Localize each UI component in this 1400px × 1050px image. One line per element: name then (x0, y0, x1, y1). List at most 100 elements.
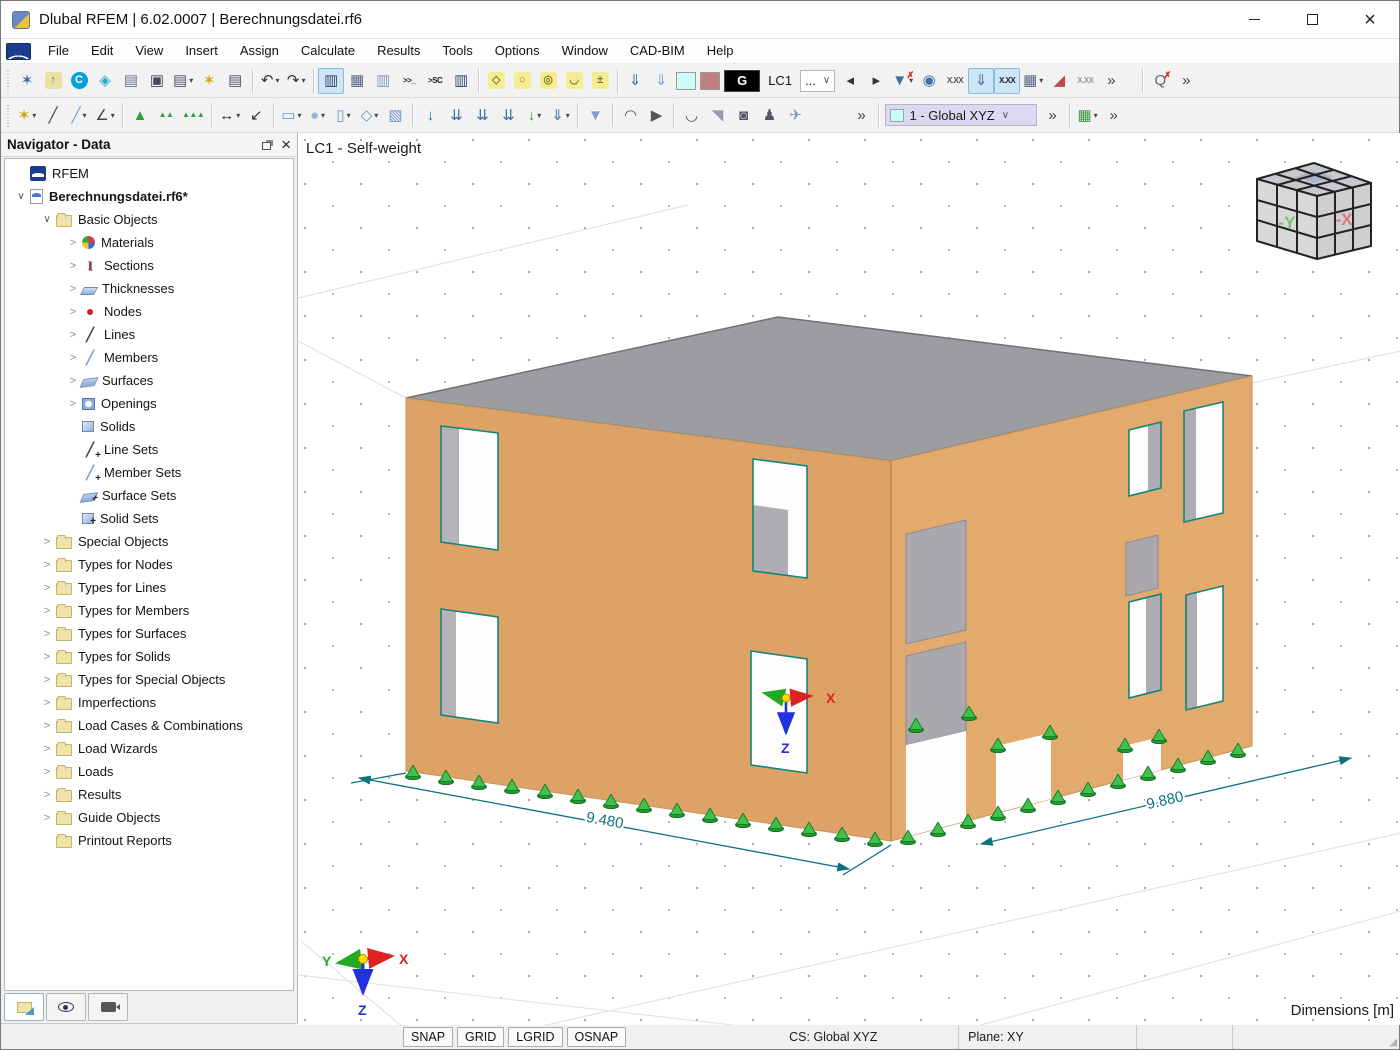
tree-item-results[interactable]: > Results (5, 783, 293, 806)
new-opening-button-dropdown[interactable]: ▾ (347, 111, 351, 120)
tree-item-solids[interactable]: Solids (5, 415, 293, 438)
script-console-button[interactable]: >SC (422, 68, 448, 94)
result-diagram-button[interactable]: ◡ (678, 102, 704, 128)
coordinate-system-indicator[interactable]: CS: Global XYZ (780, 1024, 958, 1049)
new-nodal-support-button[interactable]: ▲ (127, 102, 153, 128)
tab-views-navigator[interactable] (46, 993, 86, 1021)
surface-results-button[interactable]: ◥ (704, 102, 730, 128)
tree-expander-icon[interactable]: > (39, 789, 55, 801)
toolbar1-overflow-2-button[interactable]: » (1173, 68, 1199, 94)
menu-insert[interactable]: Insert (174, 39, 229, 64)
grid-toggle-button[interactable]: GRID (457, 1026, 505, 1047)
tab-visibility-navigator[interactable] (88, 993, 128, 1021)
toolbar-drag-handle[interactable] (5, 103, 12, 127)
tree-item-surface-sets[interactable]: Surface Sets (5, 484, 293, 507)
tree-expander-icon[interactable]: > (39, 628, 55, 640)
menu-results[interactable]: Results (366, 39, 431, 64)
model-scene[interactable]: 9.480 9.880 X Z Y X Z -Y -X LC1 - Self-w… (298, 133, 1400, 1025)
toolbar2-overflow-2-button[interactable]: » (1101, 102, 1127, 128)
close-button[interactable]: × (1341, 1, 1399, 38)
tree-item-loads[interactable]: > Loads (5, 760, 293, 783)
load-case-combo[interactable]: ... ∨ (800, 69, 836, 92)
tree-expander-icon[interactable]: ∨ (13, 191, 29, 202)
menu-tools[interactable]: Tools (431, 39, 483, 64)
new-surface-points-button-dropdown[interactable]: ▾ (374, 111, 378, 120)
lgrid-toggle-button[interactable]: LGRID (508, 1026, 563, 1047)
print-button[interactable]: ▤ ▾ (170, 68, 196, 94)
tree-expander-icon[interactable]: > (39, 697, 55, 709)
tree-expander-icon[interactable]: > (39, 743, 55, 755)
tree-item-types-for-nodes[interactable]: > Types for Nodes (5, 553, 293, 576)
tree-item-line-sets[interactable]: ╱Line Sets (5, 438, 293, 462)
work-plane-overflow-button[interactable]: » (1039, 102, 1065, 128)
osnap-toggle-button[interactable]: OSNAP (566, 1026, 627, 1047)
new-surface-points-button[interactable]: ◇ ▾ (356, 102, 382, 128)
save-button[interactable]: ▣ (144, 68, 170, 94)
new-surface-button-dropdown[interactable]: ▾ (297, 111, 301, 120)
tree-item-special-objects[interactable]: > Special Objects (5, 530, 293, 553)
toolbar-drag-handle[interactable] (5, 68, 12, 93)
new-line-support-button[interactable]: ▲▲ (153, 102, 179, 128)
toolbar2-overflow-button[interactable]: » (848, 102, 874, 128)
tree-item-types-for-solids[interactable]: > Types for Solids (5, 645, 293, 668)
undo-button[interactable]: ↶ ▾ (257, 68, 283, 94)
work-plane-combo[interactable]: 1 - Global XYZ ∨ (885, 104, 1038, 126)
open-cloud-model-button[interactable]: ◈ (92, 68, 118, 94)
new-solid-button-dropdown[interactable]: ▾ (321, 111, 325, 120)
menu-view[interactable]: View (124, 39, 174, 64)
new-opening-button[interactable]: ▯ ▾ (330, 102, 356, 128)
result-tables-button[interactable]: ▦ ▾ (1020, 68, 1046, 94)
tree-item-thicknesses[interactable]: > Thicknesses (5, 277, 293, 300)
tree-item-types-for-lines[interactable]: > Types for Lines (5, 576, 293, 599)
tree-item-solid-sets[interactable]: Solid Sets (5, 507, 293, 530)
tree-expander-icon[interactable]: > (65, 329, 81, 341)
menu-assign[interactable]: Assign (229, 39, 290, 64)
undo-button-dropdown[interactable]: ▾ (275, 76, 279, 85)
clipping-box-button[interactable]: ◠ (617, 102, 643, 128)
tree-item-load-cases-combinations[interactable]: > Load Cases & Combinations (5, 714, 293, 737)
tab-data-navigator[interactable] (4, 993, 44, 1021)
new-member-load-button[interactable]: ⇊ (469, 102, 495, 128)
building-model[interactable] (405, 316, 1253, 842)
rendering-combo[interactable]: G (724, 69, 761, 92)
select-freeform-button[interactable]: ◡ (561, 68, 587, 94)
menu-file[interactable]: File (37, 39, 80, 64)
toolbar1-overflow-button[interactable]: » (1098, 68, 1124, 94)
new-polyline-button[interactable]: ∠ ▾ (92, 102, 118, 128)
redo-button[interactable]: ↷ ▾ (283, 68, 309, 94)
tree-item-printout-reports[interactable]: Printout Reports (5, 829, 293, 852)
tree-expander-icon[interactable]: > (65, 306, 81, 318)
work-plane-indicator[interactable]: Plane: XY (959, 1024, 1136, 1049)
float-panel-icon[interactable] (262, 142, 272, 150)
show-loads-button[interactable]: ◉ (916, 68, 942, 94)
new-member-button-dropdown[interactable]: ▾ (83, 111, 87, 120)
color-swatch-cyan[interactable] (676, 71, 697, 90)
new-solid-load-button-dropdown[interactable]: ▾ (566, 111, 570, 120)
display-properties-button[interactable]: ▥ (448, 68, 474, 94)
new-line-load-button[interactable]: ⇊ (443, 102, 469, 128)
walk-mode-button[interactable]: ♟ (756, 102, 782, 128)
display-load-values-toggle[interactable]: X.XX (994, 67, 1021, 94)
animation-button[interactable]: ▶ (643, 102, 669, 128)
tree-item-guide-objects[interactable]: > Guide Objects (5, 806, 293, 829)
new-node-button[interactable]: ✶ ▾ (14, 102, 40, 128)
tree-expander-icon[interactable]: > (65, 375, 81, 387)
result-tables-button-dropdown[interactable]: ▾ (1039, 76, 1043, 85)
tree-item-basic-objects[interactable]: ∨ Basic Objects (5, 208, 293, 231)
panel-toggle-button[interactable]: ▥ (370, 68, 396, 94)
tree-expander-icon[interactable]: > (65, 352, 81, 364)
new-dimension-set-button[interactable]: ↙ (243, 102, 269, 128)
model-settings-button[interactable]: ▤ (118, 68, 144, 94)
tree-item-surfaces[interactable]: > Surfaces (5, 369, 293, 392)
tree-expander-icon[interactable]: > (39, 582, 55, 594)
tree-item-sections[interactable]: > I Sections (5, 254, 293, 277)
new-surface-button[interactable]: ▭ ▾ (278, 102, 304, 128)
tree-item-berechnungsdatei-rf6[interactable]: ∨ Berechnungsdatei.rf6* (5, 185, 293, 208)
navigation-cube[interactable]: -Y -X (1256, 162, 1372, 260)
new-solid-button[interactable]: ● ▾ (304, 102, 330, 128)
tree-item-nodes[interactable]: > Nodes (5, 300, 293, 323)
select-polygon-button[interactable]: ◇ (483, 68, 509, 94)
display-loads-toggle[interactable]: ⇓ (968, 67, 995, 94)
tree-expander-icon[interactable]: > (39, 812, 55, 824)
tables-toggle-button[interactable]: ▦ (344, 68, 370, 94)
